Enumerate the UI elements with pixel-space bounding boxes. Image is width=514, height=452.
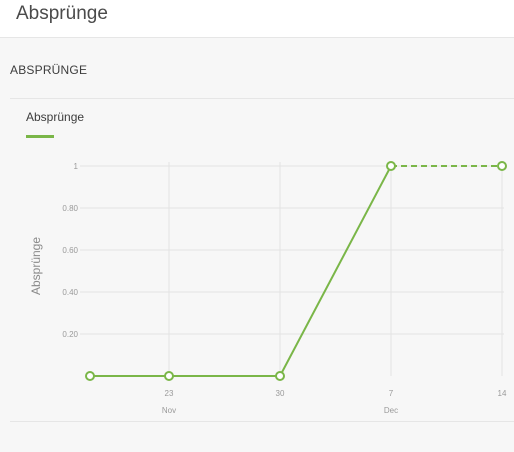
data-point: [497, 161, 507, 171]
page-title: Absprünge: [16, 3, 108, 24]
x-tick-sublabel: Nov: [162, 406, 176, 415]
y-tick-label: 0.80: [62, 204, 78, 213]
line-chart: 1 0.80 0.60 0.40 0.20 23 Nov 30 7 Dec 14 Absprünge: [29, 161, 507, 415]
data-point: [164, 371, 174, 381]
y-tick-label: 0.40: [62, 288, 78, 297]
x-tick-sublabel: Dec: [384, 406, 398, 415]
x-tick-label: 23: [165, 389, 174, 398]
panel-title: ABSPRÜNGE: [10, 63, 88, 77]
y-tick-label: 0.60: [62, 246, 78, 255]
data-point: [275, 371, 285, 381]
data-point: [85, 371, 95, 381]
y-tick-label: 0.20: [62, 330, 78, 339]
report-panel: ABSPRÜNGE Absprünge 1 0.80 0.60 0.40 0.20 23 N…: [0, 38, 514, 452]
bottom-divider: [10, 421, 514, 422]
x-tick-label: 30: [276, 389, 285, 398]
y-axis-title: Absprünge: [29, 237, 43, 295]
x-tick-label: 14: [498, 389, 507, 398]
x-tick-label: 7: [389, 389, 394, 398]
series-line-solid: [90, 165, 392, 377]
y-tick-label: 1: [74, 162, 79, 171]
page-header: Absprünge: [0, 0, 514, 38]
chart-area: Absprünge 1 0.80 0.60 0.40 0.20 23 Nov 30 7 Dec 14…: [0, 99, 514, 421]
data-point: [386, 161, 396, 171]
